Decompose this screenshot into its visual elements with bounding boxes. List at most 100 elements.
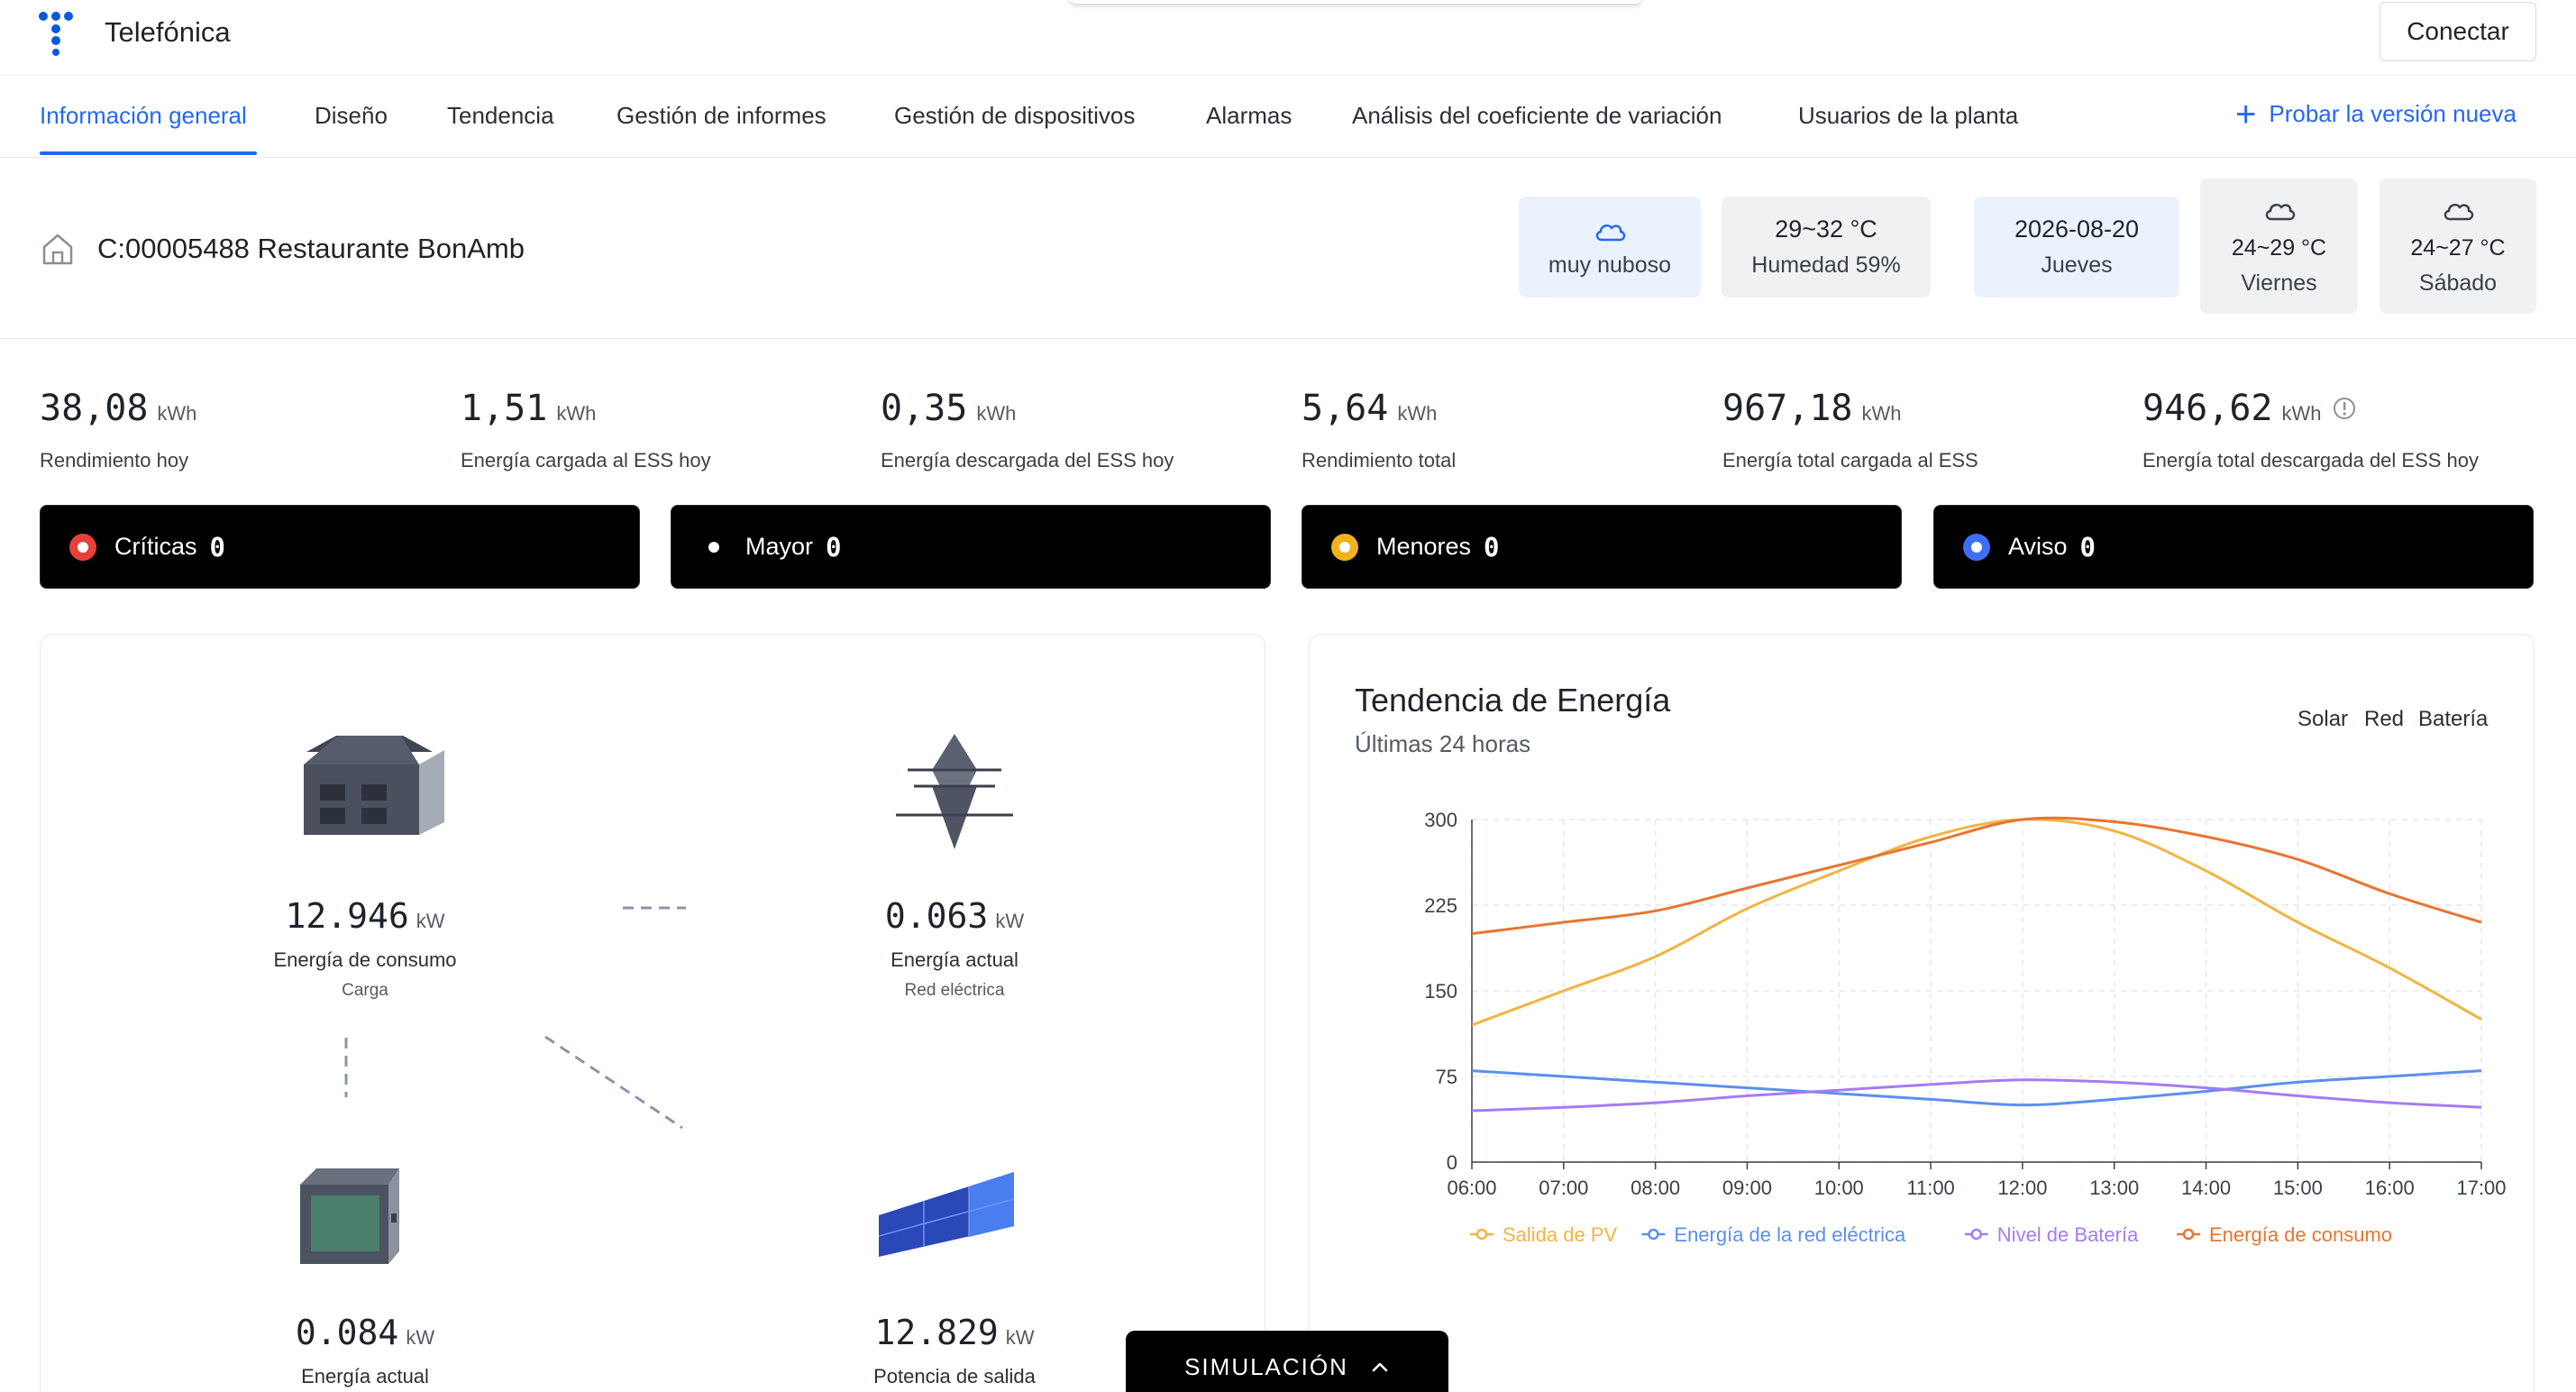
x-tick-label: 06:00: [1447, 1177, 1496, 1199]
stat-value: 5,64: [1302, 388, 1389, 429]
series-line: [1471, 1078, 2482, 1113]
weather-humidity: Humedad 59%: [1751, 252, 1901, 278]
legend-marker: [1970, 1228, 1983, 1241]
legend-marker: [1475, 1228, 1488, 1241]
weather-weekday: Jueves: [2041, 252, 2113, 278]
stat-total-yield: 5,64 kWh Rendimiento total: [1302, 388, 1456, 472]
stat-unit: kWh: [556, 402, 597, 425]
x-tick-label: 07:00: [1539, 1177, 1588, 1199]
load-sublabel: Carga: [342, 981, 388, 1000]
info-icon[interactable]: [2333, 397, 2356, 420]
y-tick-label: 225: [1424, 894, 1457, 917]
stat-value: 1,51: [461, 388, 548, 429]
tab-alarms[interactable]: Alarmas: [1206, 102, 1292, 130]
stat-label: Rendimiento hoy: [40, 449, 189, 472]
alarm-critical-card[interactable]: Críticas 0: [40, 505, 640, 589]
pv-label: Potencia de salida: [873, 1365, 1036, 1387]
alarm-label: Aviso: [2008, 533, 2068, 560]
series-line: [1471, 816, 2482, 936]
plant-name: C:00005488 Restaurante BonAmb: [97, 233, 525, 264]
y-tick-label: 300: [1424, 809, 1457, 831]
stat-value: 0,35: [881, 388, 968, 429]
stat-unit: kWh: [976, 402, 1017, 425]
minor-dot-icon: [1331, 533, 1358, 561]
alarm-major-card[interactable]: Mayor 0: [671, 505, 1271, 589]
energy-trend-chart[interactable]: 0 75 150 225 300 06:00 07:00 08:00 09:00 10:00 11:…: [1310, 635, 2535, 1392]
legend-label: Energía de la red eléctrica: [1674, 1223, 1906, 1246]
legend-label: Nivel de Batería: [1997, 1223, 2139, 1246]
alarm-minor-card[interactable]: Menores 0: [1302, 505, 1902, 589]
home-icon: [42, 234, 73, 265]
stat-label: Energía cargada al ESS hoy: [461, 449, 711, 472]
tab-variation-analysis[interactable]: Análisis del coeficiente de variación: [1352, 102, 1722, 130]
alarm-label: Menores: [1376, 533, 1472, 560]
cloud-icon: [1595, 224, 1626, 241]
legend-label: Salida de PV: [1503, 1223, 1618, 1246]
stat-ess-charged-today: 1,51 kWh Energía cargada al ESS hoy: [461, 388, 711, 472]
x-tick-label: 15:00: [2273, 1177, 2323, 1199]
pv-unit: kW: [1005, 1326, 1035, 1349]
tab-overview[interactable]: Información general: [40, 102, 247, 130]
brand-name: Telefónica: [105, 16, 231, 48]
stat-value: 967,18: [1722, 388, 1853, 429]
plant-title: C:00005488 Restaurante BonAmb: [40, 231, 525, 267]
legend-marker: [1648, 1228, 1659, 1241]
load-node: 12.946 kW Energía de consumo Carga: [248, 896, 482, 1001]
x-tick-label: 14:00: [2181, 1177, 2231, 1199]
stat-label: Energía descargada del ESS hoy: [881, 449, 1174, 472]
try-new-version-link[interactable]: + Probar la versión nueva: [2235, 96, 2517, 133]
warning-dot-icon: [1963, 533, 1990, 561]
weather-temp-card: 29~32 °C Humedad 59%: [1722, 197, 1931, 298]
alarm-count: 0: [2079, 531, 2096, 563]
forecast-card-friday: 24~29 °C Viernes: [2200, 179, 2358, 314]
alarm-count: 0: [209, 531, 225, 563]
y-tick-label: 150: [1424, 980, 1457, 1003]
flow-connectors: [344, 906, 686, 1130]
simulation-button[interactable]: SIMULACIÓN: [1126, 1331, 1448, 1392]
alarm-warning-card[interactable]: Aviso 0: [1933, 505, 2534, 589]
stat-label: Energía total descargada del ESS hoy: [2142, 449, 2480, 472]
tab-plant-users[interactable]: Usuarios de la planta: [1798, 102, 2018, 130]
battery-unit: kW: [406, 1326, 435, 1349]
connect-button[interactable]: Conectar: [2380, 2, 2536, 61]
stat-unit: kWh: [157, 402, 197, 425]
stat-unit: kWh: [1397, 402, 1438, 425]
plant-header: C:00005488 Restaurante BonAmb muy nuboso…: [0, 159, 2576, 339]
legend-marker: [2182, 1228, 2195, 1241]
stat-unit: kWh: [1861, 402, 1902, 425]
weather-condition: muy nuboso: [1548, 252, 1672, 278]
x-tick-label: 08:00: [1631, 1177, 1680, 1199]
cloud-icon: [2444, 203, 2474, 221]
x-tick-label: 12:00: [1997, 1177, 2047, 1199]
x-tick-label: 09:00: [1722, 1177, 1772, 1199]
pv-value: 12.829: [874, 1313, 999, 1352]
series-line: [1471, 818, 2482, 1027]
tab-trend[interactable]: Tendencia: [447, 102, 554, 130]
x-tick-label: 17:00: [2456, 1177, 2506, 1199]
weather-date-card: 2026-08-20 Jueves: [1974, 197, 2179, 298]
weather-temp-range: 29~32 °C: [1775, 215, 1877, 243]
stat-yield-today: 38,08 kWh Rendimiento hoy: [40, 388, 196, 472]
forecast-card-saturday: 24~27 °C Sábado: [2380, 179, 2536, 314]
load-unit: kW: [416, 910, 445, 932]
grid-node: 0.063 kW Energía actual Red eléctrica: [837, 896, 1072, 1001]
tab-reports[interactable]: Gestión de informes: [617, 102, 827, 130]
top-bar: Telefónica Conectar: [0, 0, 2576, 76]
y-tick-label: 75: [1436, 1066, 1457, 1088]
stat-value: 946,62: [2142, 388, 2273, 429]
tab-devices[interactable]: Gestión de dispositivos: [894, 102, 1135, 130]
y-tick-label: 0: [1447, 1151, 1457, 1174]
stat-label: Energía total cargada al ESS: [1722, 449, 1978, 472]
brand[interactable]: Telefónica: [38, 7, 231, 58]
major-dot-icon: [700, 533, 727, 561]
telefonica-logo-icon: [39, 12, 73, 56]
grid-label: Energía actual: [891, 948, 1019, 971]
grid-unit: kW: [995, 910, 1025, 932]
x-tick-label: 13:00: [2089, 1177, 2139, 1199]
tab-design[interactable]: Diseño: [315, 102, 388, 130]
alarm-count: 0: [826, 531, 842, 563]
stat-total-ess-discharged: 946,62 kWh Energía total descargada del E…: [2142, 388, 2479, 472]
x-tick-label: 11:00: [1906, 1177, 1954, 1199]
grid-value: 0.063: [884, 896, 989, 936]
stat-label: Rendimiento total: [1302, 449, 1457, 472]
